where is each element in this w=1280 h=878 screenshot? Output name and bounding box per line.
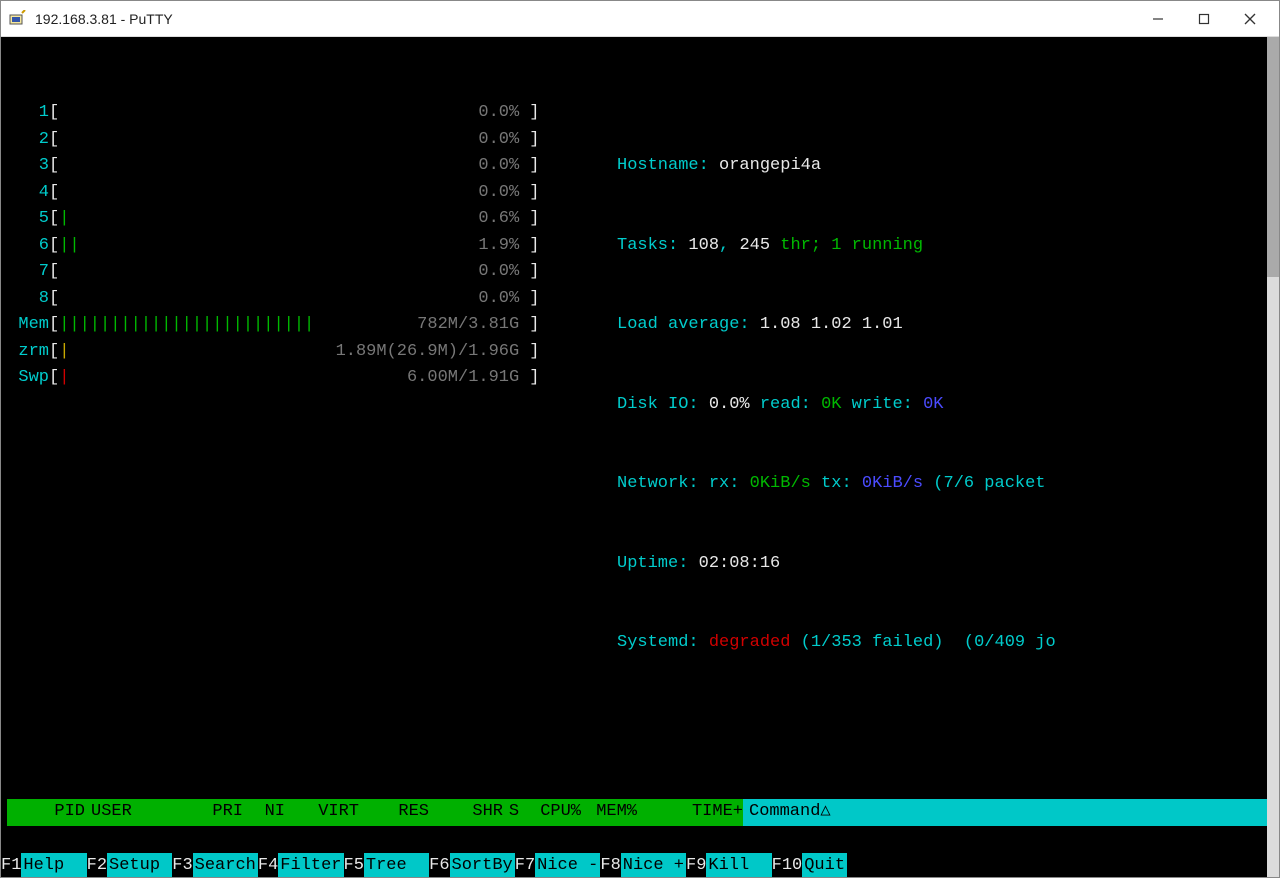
col-command[interactable]: Command△ <box>743 799 1273 826</box>
col-user[interactable]: USER <box>85 799 193 826</box>
col-ni[interactable]: NI <box>243 799 285 826</box>
meters-panel: 1[0.0%]2[0.0%]3[0.0%]4[0.0%]5[|0.6%]6[||… <box>7 100 587 710</box>
load-label: Load average: <box>617 315 760 334</box>
cpu-meter-7: 7[0.0%] <box>7 259 587 286</box>
terminal[interactable]: 1[0.0%]2[0.0%]3[0.0%]4[0.0%]5[|0.6%]6[||… <box>1 37 1279 877</box>
putty-window: 192.168.3.81 - PuTTY 1[0.0%]2[0.0%]3[0.0… <box>0 0 1280 878</box>
col-cpu[interactable]: CPU% <box>525 799 581 826</box>
disk-label: Disk IO: <box>617 395 709 414</box>
fkey-f10[interactable]: F10Quit <box>772 853 847 877</box>
network-label: Network: <box>617 474 709 493</box>
function-key-bar: F1Help F2Setup F3SearchF4FilterF5Tree F6… <box>1 855 1279 877</box>
process-header[interactable]: PID USER PRI NI VIRT RES SHR S CPU% MEM%… <box>7 799 1273 826</box>
scrollbar-thumb[interactable] <box>1267 37 1279 277</box>
cpu-meter-1: 1[0.0%] <box>7 100 587 127</box>
hostname-label: Hostname: <box>617 156 719 175</box>
col-pid[interactable]: PID <box>7 799 85 826</box>
uptime-label: Uptime: <box>617 554 699 573</box>
cpu-meter-6: 6[||1.9%] <box>7 233 587 260</box>
col-mem[interactable]: MEM% <box>581 799 637 826</box>
maximize-button[interactable] <box>1181 4 1227 34</box>
putty-icon <box>7 9 27 29</box>
col-virt[interactable]: VIRT <box>285 799 359 826</box>
swp-meter: Swp[|6.00M/1.91G] <box>7 365 587 392</box>
col-shr[interactable]: SHR <box>429 799 503 826</box>
fkey-f3[interactable]: F3Search <box>172 853 258 877</box>
hostname-value: orangepi4a <box>719 156 821 175</box>
cpu-meter-4: 4[0.0%] <box>7 180 587 207</box>
cpu-meter-8: 8[0.0%] <box>7 286 587 313</box>
cpu-meter-2: 2[0.0%] <box>7 127 587 154</box>
cpu-meter-5: 5[|0.6%] <box>7 206 587 233</box>
zrm-meter: zrm[|1.89M(26.9M)/1.96G] <box>7 339 587 366</box>
cpu-meter-3: 3[0.0%] <box>7 153 587 180</box>
minimize-button[interactable] <box>1135 4 1181 34</box>
info-panel: Hostname: orangepi4a Tasks: 108, 245 thr… <box>587 100 1273 710</box>
fkey-f6[interactable]: F6SortBy <box>429 853 515 877</box>
fkey-f4[interactable]: F4Filter <box>258 853 344 877</box>
fkey-f5[interactable]: F5Tree <box>344 853 430 877</box>
titlebar[interactable]: 192.168.3.81 - PuTTY <box>1 1 1279 37</box>
fkey-f9[interactable]: F9Kill <box>686 853 772 877</box>
systemd-label: Systemd: <box>617 633 709 652</box>
fkey-f7[interactable]: F7Nice - <box>515 853 601 877</box>
fkey-f1[interactable]: F1Help <box>1 853 87 877</box>
window-title: 192.168.3.81 - PuTTY <box>35 11 1135 27</box>
col-s[interactable]: S <box>503 799 525 826</box>
col-time[interactable]: TIME+ <box>637 799 743 826</box>
close-button[interactable] <box>1227 4 1273 34</box>
scrollbar[interactable] <box>1267 37 1279 877</box>
col-pri[interactable]: PRI <box>193 799 243 826</box>
fkey-f2[interactable]: F2Setup <box>87 853 173 877</box>
mem-meter: Mem[|||||||||||||||||||||||||782M/3.81G] <box>7 312 587 339</box>
tasks-label: Tasks: <box>617 236 688 255</box>
fkey-f8[interactable]: F8Nice + <box>600 853 686 877</box>
col-res[interactable]: RES <box>359 799 429 826</box>
